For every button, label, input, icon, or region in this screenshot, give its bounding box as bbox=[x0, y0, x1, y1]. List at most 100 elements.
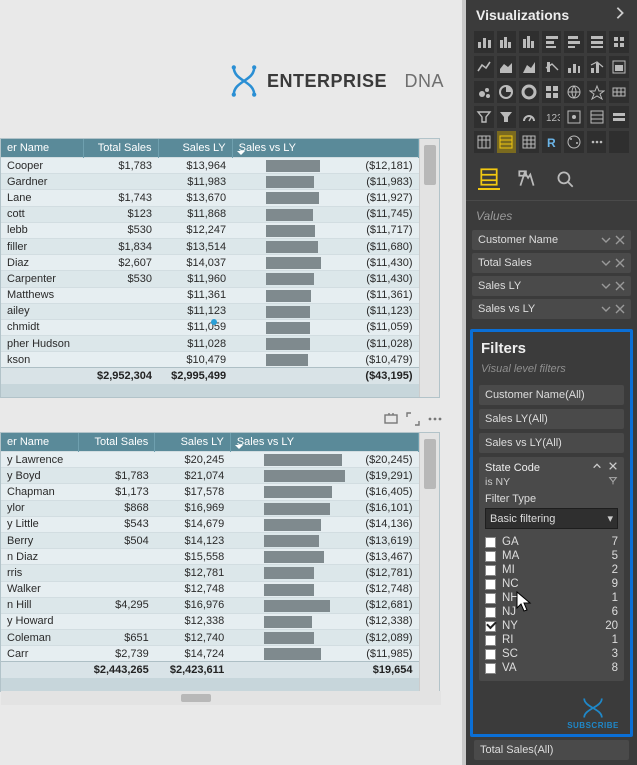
viz-type-icon[interactable] bbox=[474, 31, 494, 53]
table-row[interactable]: Chapman$1,173$17,578($16,405) bbox=[1, 484, 419, 500]
clear-filter-icon[interactable] bbox=[608, 476, 618, 489]
table-row[interactable]: filler$1,834$13,514($11,680) bbox=[1, 238, 419, 254]
viz-type-icon[interactable] bbox=[564, 56, 584, 78]
viz-type-icon[interactable] bbox=[587, 56, 607, 78]
table-row[interactable]: chmidt$11,059($11,059) bbox=[1, 319, 419, 335]
viz-type-icon[interactable] bbox=[474, 106, 494, 128]
table-row[interactable]: ylor$868$16,969($16,101) bbox=[1, 500, 419, 516]
checkbox[interactable] bbox=[485, 635, 496, 646]
analytics-tab-icon[interactable] bbox=[554, 168, 576, 190]
filter-value-row[interactable]: GA7 bbox=[485, 535, 618, 549]
chevron-down-icon[interactable] bbox=[601, 304, 611, 314]
filter-value-row[interactable]: SC3 bbox=[485, 647, 618, 661]
col-hdr-ly[interactable]: Sales LY bbox=[158, 139, 232, 158]
viz-type-icon[interactable] bbox=[542, 81, 562, 103]
viz-type-icon[interactable] bbox=[497, 31, 517, 53]
table-row[interactable]: Matthews$11,361($11,361) bbox=[1, 287, 419, 303]
filter-pill-total-sales[interactable]: Total Sales(All) bbox=[474, 740, 629, 760]
viz-type-icon[interactable] bbox=[564, 81, 584, 103]
table-row[interactable]: Gardner$11,983($11,983) bbox=[1, 174, 419, 190]
filter-value-row[interactable]: RI1 bbox=[485, 633, 618, 647]
viz-type-icon[interactable] bbox=[564, 131, 584, 153]
checkbox[interactable] bbox=[485, 621, 496, 632]
table-row[interactable]: cott$123$11,868($11,745) bbox=[1, 206, 419, 222]
chevron-up-icon[interactable] bbox=[592, 461, 602, 474]
close-icon[interactable] bbox=[615, 258, 625, 268]
chevron-down-icon[interactable] bbox=[601, 258, 611, 268]
drill-mode-icon[interactable] bbox=[383, 411, 399, 433]
table-row[interactable]: y Lawrence$20,245($20,245) bbox=[1, 452, 419, 468]
checkbox[interactable] bbox=[485, 663, 496, 674]
table-row[interactable]: kson$10,479($10,479) bbox=[1, 352, 419, 368]
viz-type-icon[interactable]: 123 bbox=[542, 106, 562, 128]
value-field-pill[interactable]: Sales LY bbox=[472, 276, 631, 296]
col-hdr-ly[interactable]: Sales LY bbox=[155, 433, 231, 452]
checkbox[interactable] bbox=[485, 537, 496, 548]
table-row[interactable]: rris$12,781($12,781) bbox=[1, 565, 419, 581]
viz-type-icon[interactable]: R bbox=[542, 131, 562, 153]
viz-type-icon[interactable] bbox=[564, 106, 584, 128]
filter-value-row[interactable]: VA8 bbox=[485, 661, 618, 675]
viz-type-icon[interactable] bbox=[609, 131, 629, 153]
viz-type-icon[interactable] bbox=[474, 56, 494, 78]
filter-type-select[interactable]: Basic filtering bbox=[485, 508, 618, 529]
filter-value-row[interactable]: MA5 bbox=[485, 549, 618, 563]
more-options-icon[interactable] bbox=[427, 411, 443, 433]
table-row[interactable]: Coleman$651$12,740($12,089) bbox=[1, 630, 419, 646]
chevron-down-icon[interactable] bbox=[601, 281, 611, 291]
col-hdr-total[interactable]: Total Sales bbox=[84, 139, 158, 158]
viz-type-icon[interactable] bbox=[519, 106, 539, 128]
table-visual-1[interactable]: er Name Total Sales Sales LY Sales vs LY… bbox=[0, 138, 440, 398]
filter-pill[interactable]: Customer Name(All) bbox=[479, 385, 624, 405]
table-row[interactable]: Cooper$1,783$13,964($12,181) bbox=[1, 158, 419, 174]
checkbox[interactable] bbox=[485, 565, 496, 576]
viz-type-icon[interactable] bbox=[609, 31, 629, 53]
value-field-pill[interactable]: Sales vs LY bbox=[472, 299, 631, 319]
filter-pill[interactable]: Sales vs LY(All) bbox=[479, 433, 624, 453]
table-row[interactable]: Walker$12,748($12,748) bbox=[1, 581, 419, 597]
table-row[interactable]: y Little$543$14,679($14,136) bbox=[1, 516, 419, 532]
col-hdr-name[interactable]: er Name bbox=[1, 139, 84, 158]
viz-type-icon[interactable] bbox=[497, 131, 517, 153]
col-hdr-vs[interactable]: Sales vs LY bbox=[232, 139, 418, 158]
viz-type-icon[interactable] bbox=[587, 81, 607, 103]
close-icon[interactable] bbox=[615, 281, 625, 291]
table-visual-2[interactable]: er Name Total Sales Sales LY Sales vs LY… bbox=[0, 432, 440, 692]
viz-type-icon[interactable] bbox=[587, 106, 607, 128]
viz-type-icon[interactable] bbox=[609, 56, 629, 78]
checkbox[interactable] bbox=[485, 607, 496, 618]
table-row[interactable]: n Hill$4,295$16,976($12,681) bbox=[1, 597, 419, 613]
viz-type-icon[interactable] bbox=[497, 81, 517, 103]
value-field-pill[interactable]: Total Sales bbox=[472, 253, 631, 273]
table-row[interactable]: Carr$2,739$14,724($11,985) bbox=[1, 646, 419, 662]
viz-type-icon[interactable] bbox=[542, 31, 562, 53]
table-row[interactable]: y Boyd$1,783$21,074($19,291) bbox=[1, 468, 419, 484]
col-hdr-total[interactable]: Total Sales bbox=[79, 433, 155, 452]
t1-vscroll[interactable] bbox=[419, 139, 439, 397]
checkbox[interactable] bbox=[485, 593, 496, 604]
viz-type-icon[interactable] bbox=[519, 131, 539, 153]
filter-value-row[interactable]: MI2 bbox=[485, 563, 618, 577]
filter-value-row[interactable]: NC9 bbox=[485, 577, 618, 591]
table-row[interactable]: Berry$504$14,123($13,619) bbox=[1, 532, 419, 548]
viz-type-icon[interactable] bbox=[497, 56, 517, 78]
filter-state-code[interactable]: State Code is NY Filter Type Basic filte… bbox=[479, 457, 624, 681]
close-icon[interactable] bbox=[615, 304, 625, 314]
close-icon[interactable] bbox=[615, 235, 625, 245]
checkbox[interactable] bbox=[485, 551, 496, 562]
t2-hscroll[interactable] bbox=[1, 691, 441, 705]
viz-type-icon[interactable] bbox=[564, 31, 584, 53]
table-row[interactable]: Diaz$2,607$14,037($11,430) bbox=[1, 255, 419, 271]
table-row[interactable]: pher Hudson$11,028($11,028) bbox=[1, 336, 419, 352]
table-row[interactable]: lebb$530$12,247($11,717) bbox=[1, 222, 419, 238]
viz-type-icon[interactable] bbox=[474, 131, 494, 153]
viz-type-icon[interactable] bbox=[609, 81, 629, 103]
fields-tab-icon[interactable] bbox=[478, 168, 500, 190]
checkbox[interactable] bbox=[485, 649, 496, 660]
col-hdr-vs[interactable]: Sales vs LY bbox=[230, 433, 418, 452]
viz-type-icon[interactable] bbox=[542, 56, 562, 78]
filter-value-row[interactable]: NH1 bbox=[485, 591, 618, 605]
viz-type-icon[interactable] bbox=[497, 106, 517, 128]
viz-type-icon[interactable] bbox=[609, 106, 629, 128]
filter-value-row[interactable]: NY20 bbox=[485, 619, 618, 633]
